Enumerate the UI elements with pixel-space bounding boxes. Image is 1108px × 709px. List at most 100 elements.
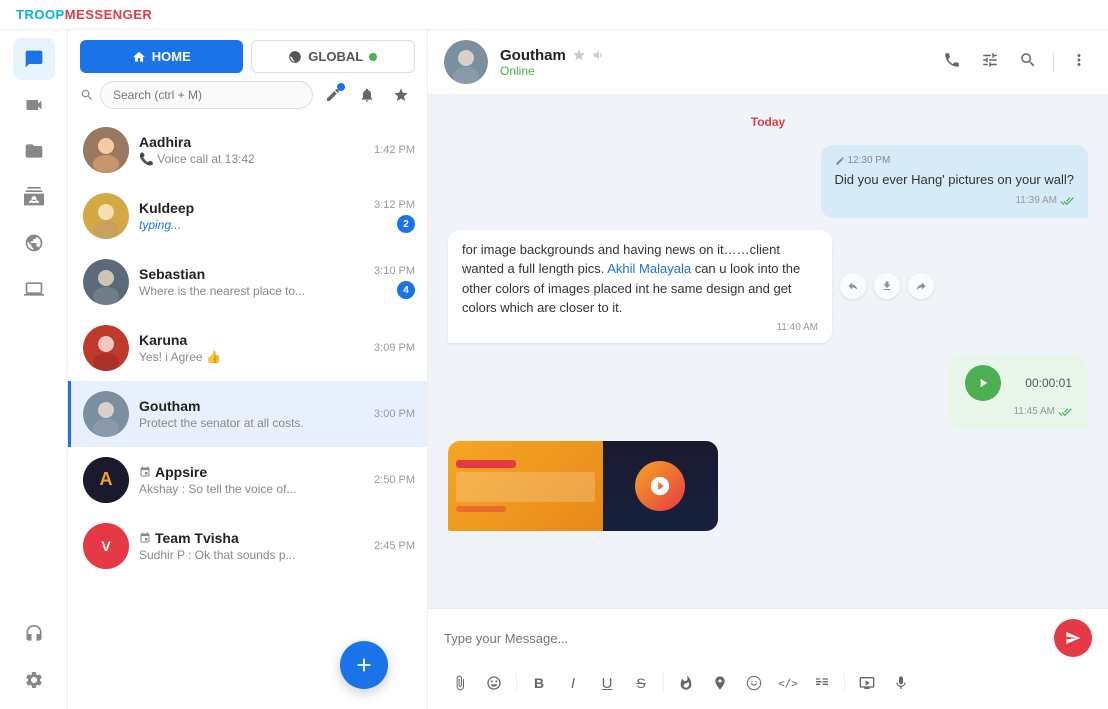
filter-icon[interactable] [353, 81, 381, 109]
global-dot-indicator [369, 53, 377, 61]
bubble-time-3: 11:45 AM [965, 405, 1072, 419]
equalizer-button[interactable] [806, 667, 838, 699]
chat-meta-goutham: 3:00 PM [374, 408, 415, 420]
messages-area: Today 12:30 PM Did you ever Hang' pictur… [428, 95, 1108, 608]
compose-input[interactable] [444, 627, 1044, 650]
tab-home-button[interactable]: HOME [80, 40, 243, 73]
nav-settings-icon[interactable] [13, 659, 55, 701]
chat-name-appsire: Appsire [139, 464, 364, 480]
read-receipt-icon-2 [1058, 405, 1072, 419]
avatar-appsire: A [83, 457, 129, 503]
nav-globe-icon[interactable] [13, 222, 55, 264]
send-button[interactable] [1054, 619, 1092, 657]
chat-name-teamtvisha: Team Tvisha [139, 530, 364, 546]
chat-panel: Goutham Online [428, 30, 1108, 709]
chat-name-kuldeep: Kuldeep [139, 200, 364, 216]
play-audio-button[interactable] [965, 365, 1001, 401]
svg-text:V: V [101, 538, 111, 554]
chat-preview-goutham: Protect the senator at all costs. [139, 416, 364, 430]
tune-icon[interactable] [977, 47, 1003, 78]
avatar-sebastian [83, 259, 129, 305]
avatar-teamtvisha: V [83, 523, 129, 569]
bubble-time-2: 11:40 AM [462, 322, 818, 333]
nav-video-icon[interactable] [13, 84, 55, 126]
bubble-sent-1: 12:30 PM Did you ever Hang' pictures on … [821, 145, 1089, 218]
download-action-button[interactable] [874, 273, 900, 299]
emoji-button[interactable] [478, 667, 510, 699]
avatar-aadhira [83, 127, 129, 173]
emoji2-button[interactable] [738, 667, 770, 699]
chat-item-appsire[interactable]: A Appsire Akshay : So tell the voice of.… [68, 447, 427, 513]
forward-action-button[interactable] [908, 273, 934, 299]
phone-icon[interactable] [939, 47, 965, 78]
italic-button[interactable]: I [557, 667, 589, 699]
compose-icon[interactable] [319, 81, 347, 109]
tab-global-button[interactable]: GLOBAL [251, 40, 416, 73]
chat-meta-aadhira: 1:42 PM [374, 144, 415, 156]
chat-header: Goutham Online [428, 30, 1108, 95]
chat-list: Aadhira 📞 Voice call at 13:42 1:42 PM Ku… [68, 117, 427, 709]
chat-item-karuna[interactable]: Karuna Yes! i Agree 👍 3:09 PM [68, 315, 427, 381]
nav-contacts-icon[interactable] [13, 176, 55, 218]
search-bar [68, 81, 427, 117]
chat-header-info: Goutham Online [500, 47, 927, 78]
bold-button[interactable]: B [523, 667, 555, 699]
reply-action-button[interactable] [840, 273, 866, 299]
sidebar: HOME GLOBAL [68, 30, 428, 709]
chat-item-goutham[interactable]: Goutham Protect the senator at all costs… [68, 381, 427, 447]
fire-button[interactable] [670, 667, 702, 699]
bubble-time-1: 11:39 AM [835, 194, 1075, 208]
nav-headset-icon[interactable] [13, 613, 55, 655]
new-chat-fab[interactable] [340, 641, 388, 689]
tool-divider-1 [516, 673, 517, 693]
chat-preview-teamtvisha: Sudhir P : Ok that sounds p... [139, 548, 364, 562]
sidebar-header: HOME GLOBAL [68, 30, 427, 81]
message-row-3: 00:00:01 11:45 AM [448, 355, 1088, 429]
left-nav [0, 30, 68, 709]
mention-text: Akhil Malayala [607, 261, 691, 276]
chat-meta-appsire: 2:50 PM [374, 474, 415, 486]
chat-item-teamtvisha[interactable]: V Team Tvisha Sudhir P : Ok that sounds … [68, 513, 427, 579]
mic-button[interactable] [885, 667, 917, 699]
chat-preview-kuldeep: typing... [139, 218, 364, 232]
chat-name-goutham: Goutham [139, 398, 364, 414]
chat-item-aadhira[interactable]: Aadhira 📞 Voice call at 13:42 1:42 PM [68, 117, 427, 183]
chat-preview-appsire: Akshay : So tell the voice of... [139, 482, 364, 496]
compose-input-row [444, 619, 1092, 657]
bubble-text-1: Did you ever Hang' pictures on your wall… [835, 170, 1075, 190]
avatar-goutham [83, 391, 129, 437]
bubble-received-2: for image backgrounds and having news on… [448, 230, 832, 343]
nav-chat-icon[interactable] [13, 38, 55, 80]
more-options-icon[interactable] [1066, 47, 1092, 78]
location-button[interactable] [704, 667, 736, 699]
nav-monitor-icon[interactable] [13, 268, 55, 310]
chat-name-aadhira: Aadhira [139, 134, 364, 150]
screenshare-button[interactable] [851, 667, 883, 699]
star-icon[interactable] [572, 48, 586, 62]
chat-avatar [444, 40, 488, 84]
nav-folder-icon[interactable] [13, 130, 55, 172]
chat-item-kuldeep[interactable]: Kuldeep typing... 3:12 PM 2 [68, 183, 427, 249]
brand-logo: TROOPMESSENGER [16, 7, 152, 22]
compose-badge [337, 83, 345, 91]
search-chat-icon[interactable] [1015, 47, 1041, 78]
chat-preview-karuna: Yes! i Agree 👍 [139, 350, 364, 364]
attachment-button[interactable] [444, 667, 476, 699]
svg-text:A: A [100, 469, 113, 489]
header-divider [1053, 52, 1054, 72]
audio-duration: 00:00:01 [1025, 376, 1072, 390]
code-button[interactable]: </> [772, 667, 804, 699]
header-actions [939, 47, 1092, 78]
volume-icon[interactable] [592, 48, 606, 62]
message-row-1: 12:30 PM Did you ever Hang' pictures on … [448, 145, 1088, 218]
underline-button[interactable]: U [591, 667, 623, 699]
chat-header-name: Goutham [500, 47, 927, 64]
favorites-icon[interactable] [387, 81, 415, 109]
topbar: TROOPMESSENGER [0, 0, 1108, 30]
strikethrough-button[interactable]: S [625, 667, 657, 699]
message-row-4 [448, 441, 1088, 531]
chat-item-sebastian[interactable]: Sebastian Where is the nearest place to.… [68, 249, 427, 315]
avatar-karuna [83, 325, 129, 371]
search-input[interactable] [100, 81, 313, 109]
compose-toolbar: B I U S </> [444, 667, 1092, 699]
